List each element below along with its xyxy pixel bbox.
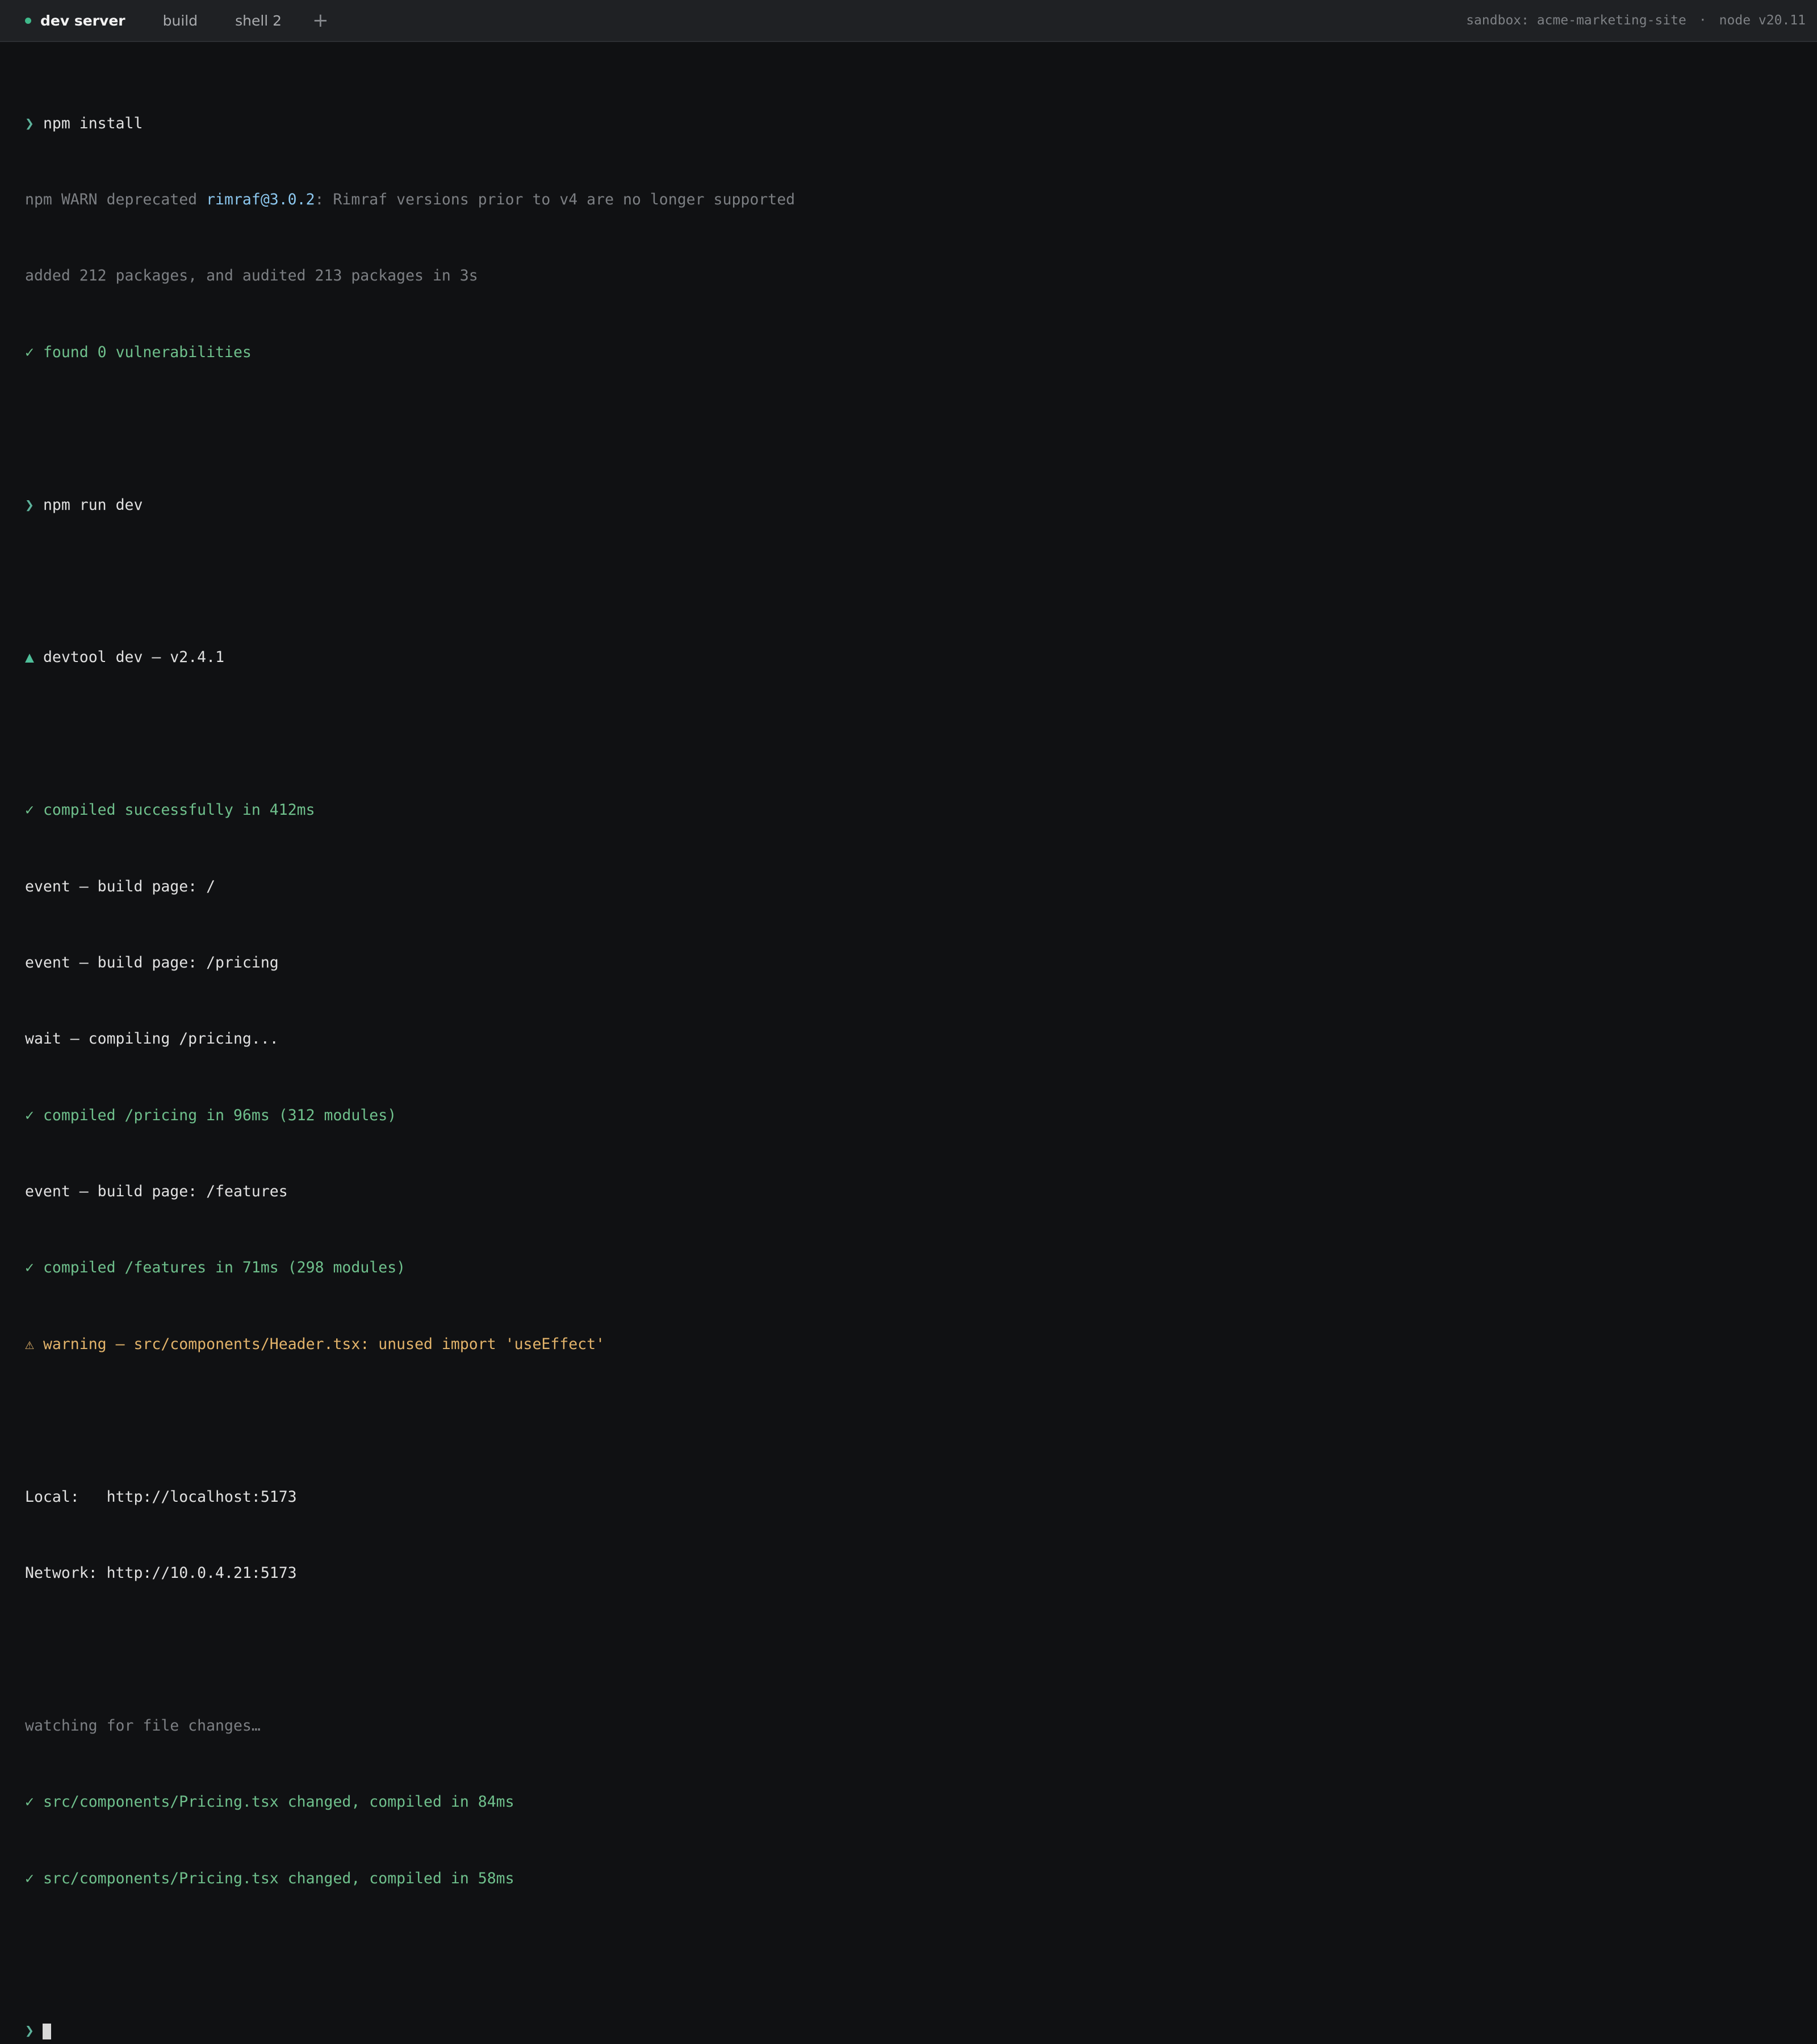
tab-dev-server[interactable]: dev server	[25, 12, 125, 29]
line-text: src/components/Pricing.tsx changed, comp…	[43, 1793, 514, 1811]
node-version: node v20.11	[1719, 13, 1806, 28]
terminal-line: ✓ src/components/Pricing.tsx changed, co…	[25, 1866, 1785, 1892]
warn-prefix: npm WARN deprecated	[25, 190, 207, 208]
terminal-line: event — build page: /pricing	[25, 953, 279, 971]
prompt-icon: ❯	[25, 114, 34, 132]
terminal-line: ✓ compiled successfully in 412ms	[25, 798, 1785, 823]
command-text: npm install	[43, 114, 143, 132]
check-icon: ✓	[25, 343, 34, 361]
session-info: sandbox: acme-marketing-site · node v20.…	[1466, 0, 1806, 41]
command-text: npm run dev	[43, 496, 143, 514]
terminal-line: event — build page: /	[25, 877, 216, 895]
check-icon: ✓	[25, 1259, 34, 1277]
terminal-line: added 212 packages, and audited 213 pack…	[25, 267, 478, 285]
terminal-line: ⚠ warning — src/components/Header.tsx: u…	[25, 1332, 1785, 1358]
prompt-icon: ❯	[25, 496, 34, 514]
line-text: compiled /features in 71ms (298 modules)	[43, 1259, 406, 1277]
warning-icon: ⚠	[25, 1335, 34, 1353]
tab-build[interactable]: build	[163, 12, 198, 29]
terminal-line: ✓ found 0 vulnerabilities	[25, 340, 1785, 366]
check-icon: ✓	[25, 1793, 34, 1811]
tab-bar: dev server build shell 2 + sandbox: acme…	[0, 0, 1817, 42]
line-text: compiled /pricing in 96ms (312 modules)	[43, 1106, 397, 1124]
terminal-line: ▲ devtool dev — v2.4.1	[25, 645, 1785, 671]
input-prompt-line[interactable]: ❯	[25, 2018, 1785, 2044]
terminal-line: ✓ compiled /features in 71ms (298 module…	[25, 1255, 1785, 1281]
network-url-line[interactable]: Network: http://10.0.4.21:5173	[25, 1561, 1785, 1586]
check-icon: ✓	[25, 1869, 34, 1887]
warn-message: : Rimraf versions prior to v4 are no lon…	[315, 190, 796, 208]
meta-separator: ·	[1698, 13, 1707, 28]
sandbox-name: sandbox: acme-marketing-site	[1466, 13, 1686, 28]
line-text: compiled successfully in 412ms	[43, 801, 315, 819]
deprecated-package: rimraf@3.0.2	[206, 190, 315, 208]
terminal-line: ❯ npm install	[25, 111, 1785, 137]
tab-shell-2[interactable]: shell 2	[235, 12, 282, 29]
check-icon: ✓	[25, 1106, 34, 1124]
text-cursor	[42, 2023, 51, 2039]
line-text: src/components/Pricing.tsx changed, comp…	[43, 1869, 514, 1887]
add-tab-plus-icon[interactable]: +	[312, 11, 329, 30]
tab-label: dev server	[40, 12, 125, 29]
tab-label: build	[162, 12, 198, 29]
tab-list: dev server build shell 2 +	[25, 0, 329, 41]
triangle-icon: ▲	[25, 648, 34, 667]
local-url-line[interactable]: Local: http://localhost:5173	[25, 1485, 1785, 1510]
running-status-dot-icon	[25, 17, 31, 24]
terminal-line: watching for file changes…	[25, 1716, 261, 1735]
check-icon: ✓	[25, 801, 34, 819]
terminal-line: ✓ src/components/Pricing.tsx changed, co…	[25, 1790, 1785, 1815]
terminal-line: npm WARN deprecated rimraf@3.0.2: Rimraf…	[25, 187, 1785, 213]
line-text: warning — src/components/Header.tsx: unu…	[43, 1335, 605, 1353]
prompt-icon: ❯	[25, 2022, 34, 2040]
line-text: found 0 vulnerabilities	[43, 343, 252, 361]
line-text: devtool dev — v2.4.1	[43, 648, 225, 667]
terminal-line: ✓ compiled /pricing in 96ms (312 modules…	[25, 1103, 1785, 1129]
terminal-line: ❯ npm run dev	[25, 493, 1785, 518]
tab-label: shell 2	[235, 12, 282, 29]
terminal-line: wait — compiling /pricing...	[25, 1030, 279, 1048]
terminal-line: event — build page: /features	[25, 1183, 288, 1201]
terminal-output[interactable]: ❯ npm install npm WARN deprecated rimraf…	[25, 60, 1785, 2044]
